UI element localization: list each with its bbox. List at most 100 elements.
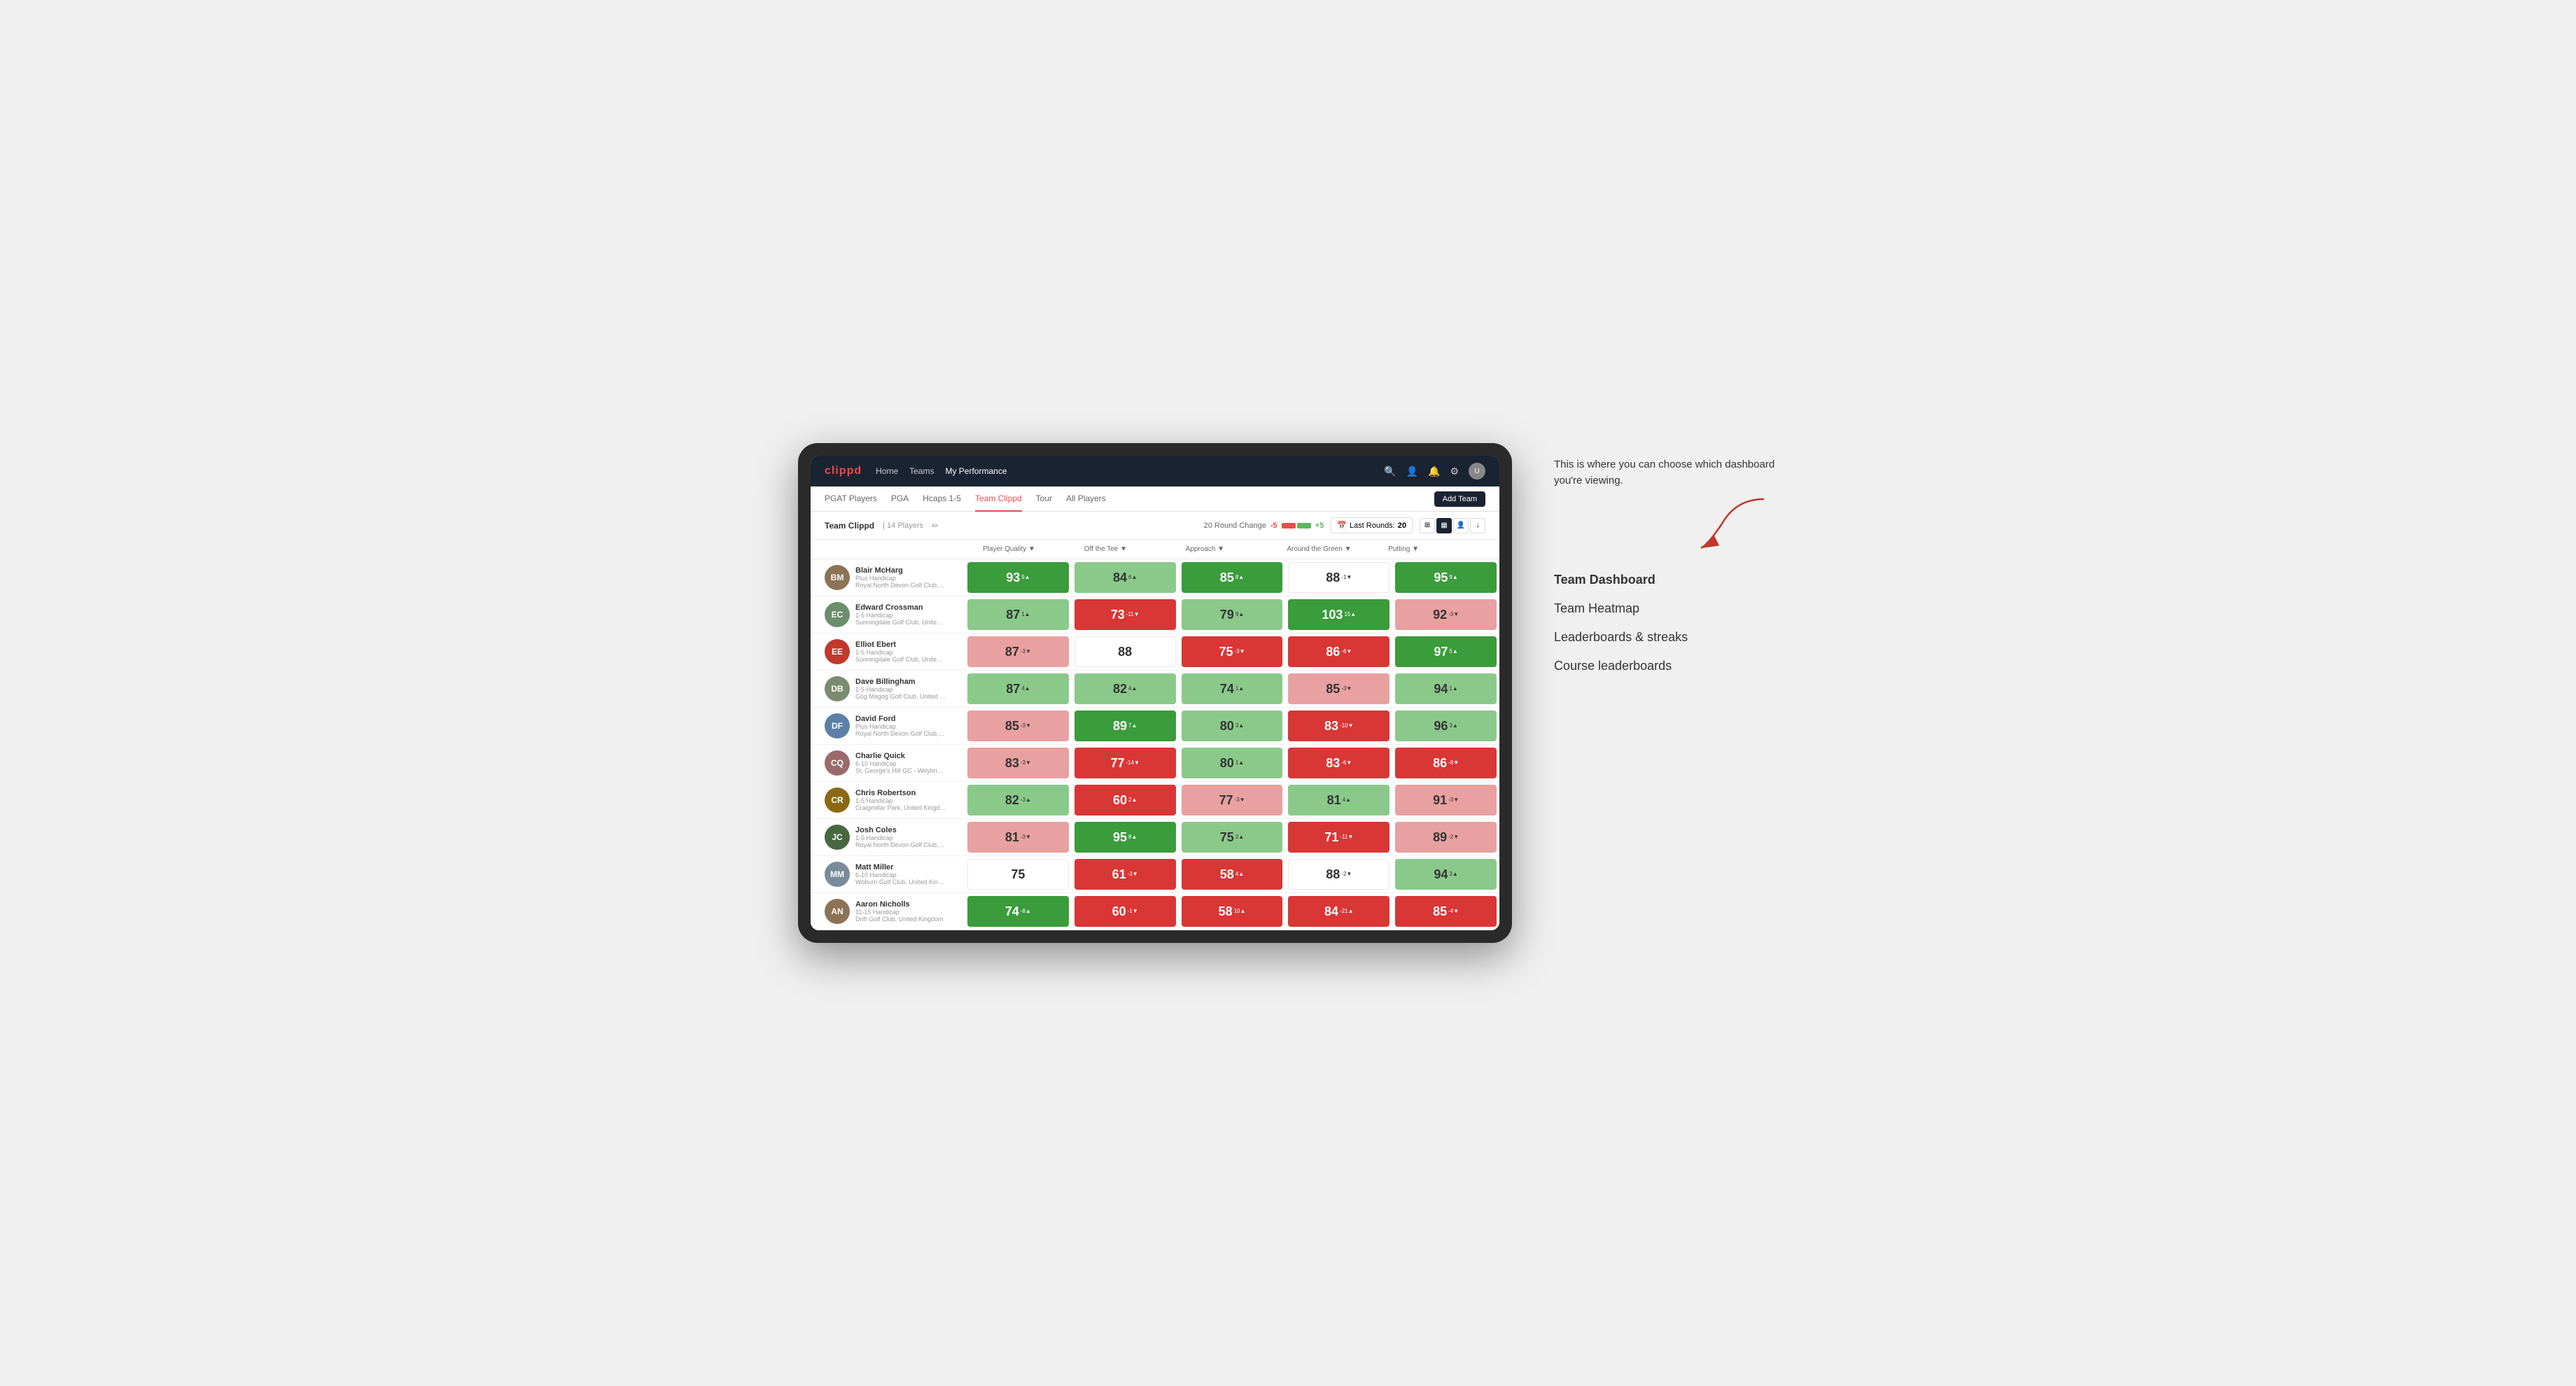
data-table: Player Quality ▼ Off the Tee ▼ Approach … — [811, 540, 1499, 930]
score-cell: 83-6▼ — [1285, 745, 1392, 781]
nav-link-home[interactable]: Home — [876, 466, 898, 476]
annotation-item-leaderboards-streaks[interactable]: Leaderboards & streaks — [1554, 630, 1778, 645]
grid-view-button[interactable]: ⊞ — [1420, 518, 1435, 533]
player-club: Woburn Golf Club, United Kingdom — [855, 878, 946, 886]
player-cell[interactable]: ECEdward Crossman1-5 HandicapSunningdale… — [811, 596, 965, 633]
annotation-panel: This is where you can choose which dashb… — [1554, 443, 1778, 673]
annotation-item-team-dashboard[interactable]: Team Dashboard — [1554, 573, 1778, 587]
player-cell[interactable]: EEElliot Ebert1-5 HandicapSunningdale Go… — [811, 634, 965, 670]
score-box: 88 — [1074, 636, 1176, 667]
nav-links: Home Teams My Performance — [876, 466, 1007, 476]
player-club: Gog Magog Golf Club, United Kingdom — [855, 693, 946, 700]
score-change: -3▼ — [1021, 723, 1031, 729]
add-team-button[interactable]: Add Team — [1434, 491, 1485, 507]
score-number: 94 — [1434, 682, 1448, 696]
score-cell: 958▲ — [1072, 819, 1179, 855]
annotation-intro: This is where you can choose which dashb… — [1554, 457, 1778, 552]
settings-icon[interactable]: ⚙ — [1450, 465, 1459, 477]
table-row: CQCharlie Quick6-10 HandicapSt. George's… — [811, 745, 1499, 782]
score-cell: 846▲ — [1072, 559, 1179, 596]
user-icon[interactable]: 👤 — [1406, 465, 1418, 477]
person-view-button[interactable]: 👤 — [1453, 518, 1469, 533]
avatar[interactable]: U — [1469, 463, 1485, 479]
score-box: 975▲ — [1395, 636, 1497, 667]
tab-tour[interactable]: Tour — [1036, 486, 1052, 512]
player-info: Matt Miller6-10 HandicapWoburn Golf Club… — [855, 863, 946, 886]
score-cell: 5810▲ — [1179, 893, 1286, 930]
score-box: 73-11▼ — [1074, 599, 1176, 630]
avatar: CQ — [825, 750, 850, 776]
col-player-quality[interactable]: Player Quality ▼ — [979, 540, 1080, 559]
score-box: 858▲ — [1182, 562, 1283, 593]
download-button[interactable]: ↓ — [1470, 518, 1485, 533]
score-change: 4▲ — [1128, 686, 1137, 692]
score-cell: 824▲ — [1072, 671, 1179, 707]
player-cell[interactable]: JCJosh Coles1-5 HandicapRoyal North Devo… — [811, 819, 965, 855]
score-cell: 814▲ — [1285, 782, 1392, 818]
score-change: 4▲ — [1021, 686, 1030, 692]
score-number: 75 — [1011, 867, 1025, 882]
score-number: 85 — [1326, 682, 1340, 696]
score-number: 93 — [1006, 570, 1020, 585]
heat-red-bar — [1282, 523, 1296, 528]
score-change: -1▼ — [1128, 909, 1138, 914]
bell-icon[interactable]: 🔔 — [1428, 465, 1440, 477]
score-cell: 86-8▼ — [1392, 745, 1499, 781]
score-change: 8▲ — [1236, 575, 1244, 580]
player-cell[interactable]: ANAaron Nicholls11-15 HandicapDrift Golf… — [811, 893, 965, 930]
view-icons: ⊞ ▦ 👤 ↓ — [1420, 518, 1485, 533]
search-icon[interactable]: 🔍 — [1384, 465, 1396, 477]
score-change: -3▼ — [1234, 797, 1245, 803]
player-info: Josh Coles1-5 HandicapRoyal North Devon … — [855, 826, 946, 848]
score-box: 10315▲ — [1288, 599, 1390, 630]
score-number: 83 — [1324, 719, 1338, 734]
tab-pgat-players[interactable]: PGAT Players — [825, 486, 877, 512]
tab-all-players[interactable]: All Players — [1066, 486, 1106, 512]
player-cell[interactable]: DFDavid FordPlus HandicapRoyal North Dev… — [811, 708, 965, 744]
score-change: 3▲ — [1236, 723, 1244, 729]
score-number: 75 — [1220, 830, 1234, 845]
score-box: 874▲ — [967, 673, 1069, 704]
score-box: 846▲ — [1074, 562, 1176, 593]
score-box: 752▲ — [1182, 822, 1283, 853]
player-cell[interactable]: BMBlair McHargPlus HandicapRoyal North D… — [811, 559, 965, 596]
player-cell[interactable]: CQCharlie Quick6-10 HandicapSt. George's… — [811, 745, 965, 781]
col-approach[interactable]: Approach ▼ — [1182, 540, 1283, 559]
col-off-tee[interactable]: Off the Tee ▼ — [1080, 540, 1182, 559]
edit-icon[interactable]: ✏ — [932, 521, 939, 531]
score-number: 81 — [1327, 793, 1341, 808]
nav-link-my-performance[interactable]: My Performance — [945, 466, 1007, 476]
annotation-item-course-leaderboards[interactable]: Course leaderboards — [1554, 659, 1778, 673]
tab-pga[interactable]: PGA — [891, 486, 909, 512]
player-club: Sunningdale Golf Club, United Kingdom — [855, 619, 946, 626]
score-cell: 84-21▲ — [1285, 893, 1392, 930]
tab-hcaps[interactable]: Hcaps 1-5 — [923, 486, 961, 512]
tab-team-clippd[interactable]: Team Clippd — [975, 486, 1022, 512]
player-cell[interactable]: MMMatt Miller6-10 HandicapWoburn Golf Cl… — [811, 856, 965, 892]
col-putting[interactable]: Putting ▼ — [1384, 540, 1485, 559]
score-box: 958▲ — [1074, 822, 1176, 853]
table-row: CRChris Robertson1-5 HandicapCraigmillar… — [811, 782, 1499, 819]
score-cell: 75-3▼ — [1179, 634, 1286, 670]
player-cell[interactable]: DBDave Billingham1-5 HandicapGog Magog G… — [811, 671, 965, 707]
heatmap-view-button[interactable]: ▦ — [1436, 518, 1452, 533]
score-change: -3▼ — [1234, 649, 1245, 654]
score-number: 88 — [1326, 570, 1340, 585]
nav-link-teams[interactable]: Teams — [909, 466, 934, 476]
annotation-item-team-heatmap[interactable]: Team Heatmap — [1554, 601, 1778, 616]
score-cell: 741▲ — [1179, 671, 1286, 707]
player-cell[interactable]: CRChris Robertson1-5 HandicapCraigmillar… — [811, 782, 965, 818]
score-number: 58 — [1219, 904, 1233, 919]
last-rounds-button[interactable]: 📅 Last Rounds: 20 — [1331, 517, 1413, 533]
player-handicap: 11-15 Handicap — [855, 909, 944, 916]
nav-logo[interactable]: clippd — [825, 465, 862, 477]
player-name: Matt Miller — [855, 863, 946, 872]
score-number: 80 — [1220, 719, 1234, 734]
score-box: 91-3▼ — [1395, 785, 1497, 816]
score-cell: 74-8▲ — [965, 893, 1072, 930]
score-box: 86-6▼ — [1288, 636, 1390, 667]
avatar: JC — [825, 825, 850, 850]
table-row: DBDave Billingham1-5 HandicapGog Magog G… — [811, 671, 1499, 708]
score-cell: 81-3▼ — [965, 819, 1072, 855]
col-around-green[interactable]: Around the Green ▼ — [1282, 540, 1384, 559]
